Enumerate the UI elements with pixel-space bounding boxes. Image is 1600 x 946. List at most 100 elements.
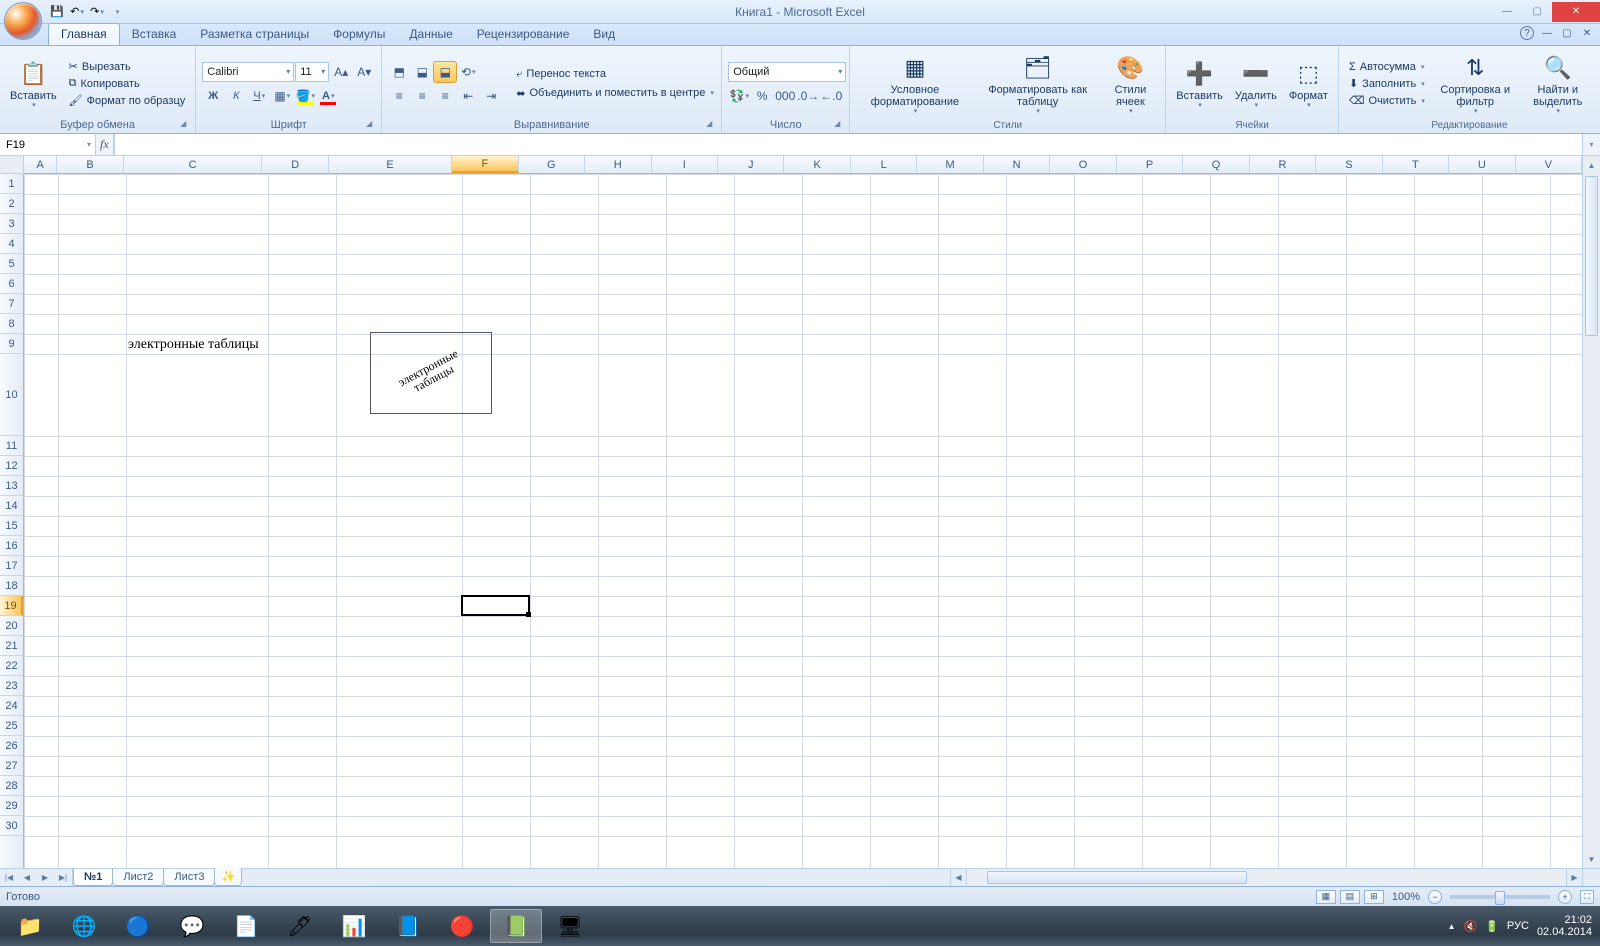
font-size-combo[interactable]: 11 <box>295 62 329 82</box>
ribbon-close-button[interactable]: ✕ <box>1580 26 1594 40</box>
column-header-V[interactable]: V <box>1516 156 1582 173</box>
row-header-1[interactable]: 1 <box>0 174 23 194</box>
minimize-button[interactable]: — <box>1492 2 1522 22</box>
taskbar-app2-icon[interactable]: 💬 <box>166 909 218 943</box>
column-header-E[interactable]: E <box>329 156 452 173</box>
column-header-B[interactable]: B <box>57 156 123 173</box>
undo-icon[interactable]: ↶▾ <box>68 3 86 21</box>
column-header-F[interactable]: F <box>452 156 518 173</box>
column-header-U[interactable]: U <box>1449 156 1515 173</box>
tray-icon-2[interactable]: 🔋 <box>1485 920 1499 933</box>
taskbar-app4-icon[interactable]: 🖊 <box>274 909 326 943</box>
normal-view-icon[interactable]: ▦ <box>1316 890 1336 904</box>
ribbon-restore-button[interactable]: ▢ <box>1560 26 1574 40</box>
tab-page-layout[interactable]: Разметка страницы <box>188 24 321 45</box>
shrink-font-icon[interactable]: A▾ <box>353 62 375 82</box>
row-header-6[interactable]: 6 <box>0 274 23 294</box>
row-header-2[interactable]: 2 <box>0 194 23 214</box>
tray-expand-icon[interactable]: ▲ <box>1448 922 1456 931</box>
comma-icon[interactable]: 000 <box>774 86 796 106</box>
tab-formulas[interactable]: Формулы <box>321 24 397 45</box>
tray-icon-1[interactable]: 🔇 <box>1464 920 1478 933</box>
tray-clock[interactable]: 21:02 02.04.2014 <box>1537 914 1592 938</box>
cell-styles-button[interactable]: 🎨Стили ячеек▾ <box>1102 49 1160 119</box>
vertical-scrollbar[interactable]: ▲ ▼ <box>1582 156 1600 868</box>
select-all-corner[interactable] <box>0 156 24 174</box>
column-header-S[interactable]: S <box>1316 156 1382 173</box>
clipboard-dialog-launcher[interactable]: ◢ <box>177 119 189 131</box>
column-header-H[interactable]: H <box>585 156 651 173</box>
row-header-15[interactable]: 15 <box>0 516 23 536</box>
bold-button[interactable]: Ж <box>202 86 224 106</box>
sort-filter-button[interactable]: ⇅Сортировка и фильтр▾ <box>1433 49 1518 119</box>
row-header-19[interactable]: 19 <box>0 596 23 616</box>
tab-home[interactable]: Главная <box>48 23 120 45</box>
fill-button[interactable]: ⬇Заполнить▾ <box>1345 76 1429 91</box>
delete-cells-button[interactable]: ➖Удалить▾ <box>1231 49 1281 119</box>
sheet-nav-first-icon[interactable]: |◀ <box>0 869 18 886</box>
taskbar-excel-icon[interactable]: 📗 <box>490 909 542 943</box>
vscroll-thumb[interactable] <box>1585 176 1598 336</box>
row-header-4[interactable]: 4 <box>0 234 23 254</box>
column-header-M[interactable]: M <box>917 156 983 173</box>
font-dialog-launcher[interactable]: ◢ <box>363 119 375 131</box>
align-center-icon[interactable]: ≡ <box>411 86 433 106</box>
sheet-nav-prev-icon[interactable]: ◀ <box>18 869 36 886</box>
tab-insert[interactable]: Вставка <box>120 24 189 45</box>
row-header-18[interactable]: 18 <box>0 576 23 596</box>
sheet-tab-1[interactable]: №1 <box>73 869 113 886</box>
row-header-10[interactable]: 10 <box>0 354 23 436</box>
zoom-value[interactable]: 100% <box>1392 891 1420 903</box>
row-header-21[interactable]: 21 <box>0 636 23 656</box>
autosum-button[interactable]: ΣАвтосумма▾ <box>1345 60 1429 74</box>
row-header-7[interactable]: 7 <box>0 294 23 314</box>
row-header-8[interactable]: 8 <box>0 314 23 334</box>
tray-language[interactable]: РУС <box>1507 920 1529 932</box>
horizontal-scrollbar[interactable] <box>966 869 1566 886</box>
font-name-combo[interactable]: Calibri <box>202 62 294 82</box>
borders-button[interactable]: ▦▾ <box>271 86 293 106</box>
taskbar-word-icon[interactable]: 📘 <box>382 909 434 943</box>
decrease-decimal-icon[interactable]: ←.0 <box>820 86 842 106</box>
row-header-17[interactable]: 17 <box>0 556 23 576</box>
format-cells-button[interactable]: ⬚Формат▾ <box>1285 49 1332 119</box>
taskbar-app5-icon[interactable]: 🔴 <box>436 909 488 943</box>
sheet-tab-3[interactable]: Лист3 <box>163 869 215 886</box>
find-select-button[interactable]: 🔍Найти и выделить▾ <box>1522 49 1595 119</box>
formula-expand-icon[interactable]: ▾ <box>1582 134 1600 155</box>
column-header-G[interactable]: G <box>519 156 585 173</box>
cut-button[interactable]: ✂Вырезать <box>65 59 190 74</box>
zoom-slider[interactable] <box>1450 895 1550 899</box>
row-header-5[interactable]: 5 <box>0 254 23 274</box>
row-header-11[interactable]: 11 <box>0 436 23 456</box>
align-top-icon[interactable]: ⬒ <box>388 62 410 82</box>
hscroll-thumb[interactable] <box>987 871 1247 884</box>
format-as-table-button[interactable]: 🗂Форматировать как таблицу▾ <box>978 49 1098 119</box>
help-icon[interactable]: ? <box>1520 26 1534 40</box>
column-header-N[interactable]: N <box>984 156 1050 173</box>
column-header-L[interactable]: L <box>851 156 917 173</box>
align-bottom-icon[interactable]: ⬓ <box>434 62 456 82</box>
sheet-tab-new[interactable]: ✨ <box>214 868 242 886</box>
qat-customize-icon[interactable]: ▾ <box>108 3 126 21</box>
orientation-icon[interactable]: ⟲▾ <box>457 62 479 82</box>
fill-color-button[interactable]: 🪣▾ <box>294 86 316 106</box>
row-header-30[interactable]: 30 <box>0 816 23 836</box>
taskbar-app3-icon[interactable]: 📄 <box>220 909 272 943</box>
zoom-in-button[interactable]: + <box>1558 890 1572 904</box>
column-header-K[interactable]: K <box>784 156 850 173</box>
active-cell[interactable] <box>461 595 530 616</box>
row-header-22[interactable]: 22 <box>0 656 23 676</box>
hscroll-right-icon[interactable]: ▶ <box>1566 869 1582 886</box>
zoom-out-button[interactable]: − <box>1428 890 1442 904</box>
row-header-26[interactable]: 26 <box>0 736 23 756</box>
tab-data[interactable]: Данные <box>397 24 464 45</box>
scroll-up-icon[interactable]: ▲ <box>1583 156 1600 174</box>
decrease-indent-icon[interactable]: ⇤ <box>457 86 479 106</box>
column-header-O[interactable]: O <box>1050 156 1116 173</box>
conditional-formatting-button[interactable]: ▦Условное форматирование▾ <box>856 49 973 119</box>
merge-center-button[interactable]: ⬌Объединить и поместить в центре▾ <box>512 86 718 101</box>
grow-font-icon[interactable]: A▴ <box>330 62 352 82</box>
row-header-28[interactable]: 28 <box>0 776 23 796</box>
taskbar-ie-icon[interactable]: 🌐 <box>58 909 110 943</box>
